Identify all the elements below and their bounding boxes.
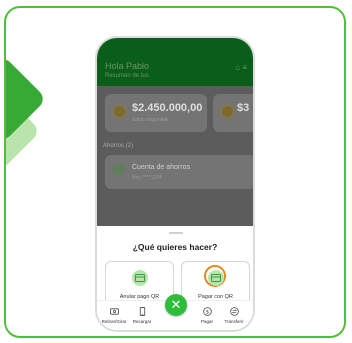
account-subtitle: Nro. ****1234 [132,175,162,181]
nav-item-recharge[interactable]: Recargar [127,307,157,324]
sheet-title: ¿Qué quieres hacer? [132,242,218,252]
nav-item-pay[interactable]: $ Pagar [192,307,222,324]
savings-heading: Ahorros (2) [103,143,134,149]
nav-item-withdraw[interactable]: Retirar/Girar [99,307,129,324]
nav-label: Recargar [132,319,152,324]
transfer-icon [229,307,239,316]
balance-amount-secondary: $3 [237,102,250,114]
menu-icon[interactable]: ≡ [242,63,247,72]
svg-text:$: $ [205,309,208,315]
bell-icon[interactable]: ⌂ [235,63,240,72]
header-icons[interactable]: ⌂ ≡ [235,63,247,72]
coin-icon [113,105,126,118]
coin-icon [221,105,234,118]
nav-label: Transferir [224,319,244,324]
balance-card-secondary[interactable]: $3 [213,94,253,132]
phone-screen: Hola Pablo Resumen de tus ⌂ ≡ $2.450.000… [97,38,253,330]
nav-label: Retirar/Girar [101,319,127,324]
account-card[interactable]: Cuenta de ahorros Nro. ****1234 [105,155,253,189]
qr-card-icon [132,270,148,286]
wallet-icon [113,165,124,174]
balance-amount: $2.450.000,00 [132,102,203,114]
account-title: Cuenta de ahorros [132,164,190,171]
app-header: Hola Pablo Resumen de tus ⌂ ≡ [97,38,253,86]
nav-item-transfer[interactable]: Transferir [219,307,249,324]
dimmed-content: $2.450.000,00 Saldo disponible $3 Ahorro… [97,86,253,226]
greeting-text: Hola Pablo [105,61,150,71]
balance-card[interactable]: $2.450.000,00 Saldo disponible [105,94,207,132]
sheet-grabber[interactable] [169,232,183,234]
dollar-icon: $ [202,307,212,316]
balance-label: Saldo disponible [132,117,169,123]
close-fab-button[interactable]: ✕ [165,294,187,316]
frame-card: Hola Pablo Resumen de tus ⌂ ≡ $2.450.000… [4,6,346,338]
phone-mockup: Hola Pablo Resumen de tus ⌂ ≡ $2.450.000… [95,36,255,332]
qr-card-icon [208,270,224,286]
cash-icon [109,308,119,315]
greeting-subtitle: Resumen de tus [105,73,149,79]
phone-icon [139,307,145,316]
nav-label: Pagar [200,319,213,324]
